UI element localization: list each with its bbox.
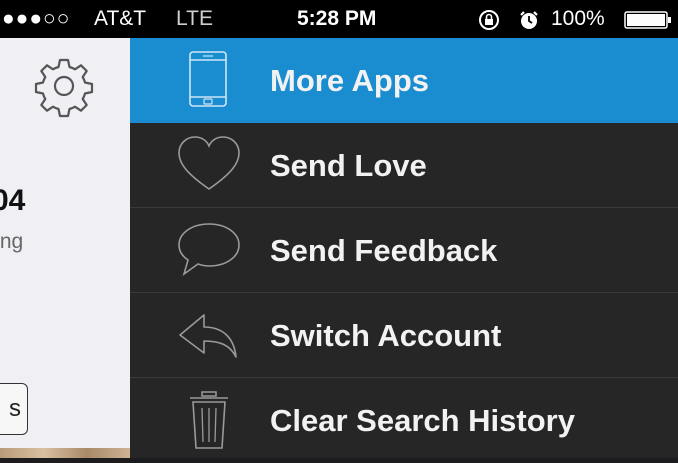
main-view-peek[interactable]: 04 wing s <box>0 38 130 458</box>
alarm-clock-icon <box>518 9 540 37</box>
signal-strength: ●●●○○ <box>2 7 71 30</box>
menu-item-label: Clear Search History <box>270 403 575 438</box>
battery-icon <box>624 11 672 29</box>
profile-action-button[interactable]: s <box>0 383 28 435</box>
network-type: LTE <box>176 7 213 30</box>
menu-item-label: More Apps <box>270 63 430 98</box>
trash-icon <box>176 390 242 450</box>
menu-item-more-apps[interactable]: More Apps <box>130 38 678 123</box>
menu-item-send-love[interactable]: Send Love <box>130 123 678 208</box>
side-menu: More Apps Send Love Send Feedback Switch… <box>130 38 678 458</box>
menu-item-label: Switch Account <box>270 318 502 353</box>
menu-item-clear-search-history[interactable]: Clear Search History <box>130 378 678 463</box>
profile-count: 04 <box>0 184 26 217</box>
menu-item-label: Send Love <box>270 148 427 183</box>
gear-icon[interactable] <box>32 54 96 118</box>
phone-icon <box>176 50 242 110</box>
heart-icon <box>176 135 242 195</box>
carrier-name: AT&T <box>94 7 147 30</box>
menu-item-send-feedback[interactable]: Send Feedback <box>130 208 678 293</box>
status-time: 5:28 PM <box>297 7 377 30</box>
reply-arrow-icon <box>176 305 242 365</box>
battery-percent: 100% <box>551 7 605 30</box>
rotation-lock-icon <box>478 9 500 37</box>
speech-bubble-icon <box>176 220 242 280</box>
profile-count-label: wing <box>0 230 24 253</box>
background-image-strip <box>0 448 130 458</box>
menu-item-switch-account[interactable]: Switch Account <box>130 293 678 378</box>
status-bar: ●●●○○ AT&T LTE 5:28 PM 100% <box>0 0 678 38</box>
menu-item-label: Send Feedback <box>270 233 498 268</box>
